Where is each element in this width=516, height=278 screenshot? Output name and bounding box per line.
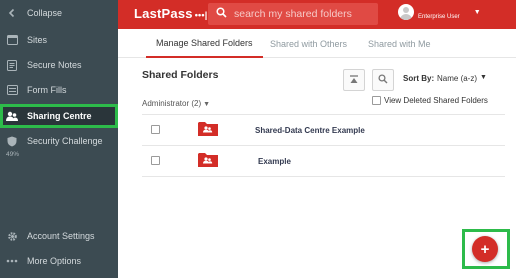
zoom-button[interactable] [372,69,394,91]
tab-shared-with-me[interactable]: Shared with Me [368,29,431,58]
caret-down-icon[interactable]: ▼ [480,74,487,81]
folder-name[interactable]: Example [258,157,291,166]
security-score: 49% [6,151,20,158]
user-menu[interactable]: Enterprise User ▼ [398,4,481,20]
sidebar-item-more-options[interactable]: More Options [0,251,118,271]
sidebar-item-secure-notes[interactable]: Secure Notes [0,55,118,75]
table-row[interactable]: Example [142,146,505,176]
add-shared-folder-button[interactable]: + [472,236,498,262]
caret-down-icon[interactable]: ▼ [474,9,481,16]
shared-folder-icon [198,121,218,136]
sites-icon [6,34,18,46]
lastpass-logo: LastPass •••| [134,6,208,21]
view-deleted-checkbox[interactable] [372,96,381,105]
note-icon [6,59,18,71]
sidebar-item-security-challenge[interactable]: Security Challenge [0,131,118,151]
sidebar-item-label: Sites [27,35,48,45]
avatar [398,4,414,20]
sidebar: Collapse Sites Secure Notes Form Fills S… [0,0,118,278]
shield-icon [6,135,18,147]
admin-group-filter[interactable]: Administrator (2) ▼ [142,99,210,108]
user-name: Enterprise User [418,13,460,20]
sort-label: Sort By: [403,74,435,83]
sidebar-item-label: Account Settings [27,231,95,241]
divider [142,176,505,177]
sidebar-item-label: Security Challenge [27,136,103,146]
sharing-icon [6,110,18,122]
folder-name[interactable]: Shared-Data Centre Example [255,126,365,135]
table-row[interactable]: Shared-Data Centre Example [142,115,505,145]
top-header: LastPass•••| Enterprise User ▼ [118,0,516,29]
tab-manage-shared-folders[interactable]: Manage Shared Folders [146,29,263,58]
sidebar-item-label: Collapse [27,8,63,18]
row-checkbox[interactable] [151,125,160,134]
row-checkbox[interactable] [151,156,160,165]
sidebar-item-collapse[interactable]: Collapse [0,3,118,23]
sidebar-item-label: Secure Notes [27,60,82,70]
collapse-up-icon [349,71,359,89]
search-box[interactable] [208,3,378,25]
view-deleted-toggle[interactable]: View Deleted Shared Folders [372,96,488,105]
more-icon [6,255,18,267]
sidebar-item-label: More Options [27,256,82,266]
tab-bar: Manage Shared Folders Shared with Others… [118,29,516,58]
caret-down-icon: ▼ [203,101,211,108]
magnifier-icon [378,71,388,89]
form-icon [6,84,18,96]
tab-shared-with-others[interactable]: Shared with Others [270,29,347,58]
search-icon [216,5,227,23]
chevron-left-icon [6,7,18,19]
shared-folder-icon [198,152,218,167]
search-input[interactable] [234,8,374,20]
sidebar-item-account-settings[interactable]: Account Settings [0,226,118,246]
collapse-all-button[interactable] [343,69,365,91]
sidebar-item-label: Form Fills [27,85,67,95]
sidebar-item-sites[interactable]: Sites [0,30,118,50]
sidebar-item-form-fills[interactable]: Form Fills [0,80,118,100]
sidebar-item-label: Sharing Centre [27,111,92,121]
gear-icon [6,230,18,242]
sort-dropdown[interactable]: Name (a-z) [437,74,477,83]
page-title: Shared Folders [142,69,219,81]
sidebar-item-sharing-centre[interactable]: Sharing Centre [0,106,118,126]
